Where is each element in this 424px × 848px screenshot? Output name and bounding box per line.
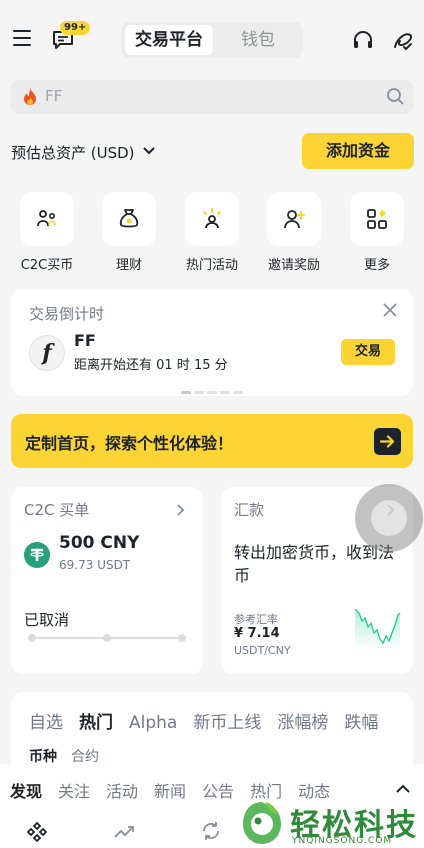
money-bag-icon — [119, 209, 139, 228]
order-amount: 500 CNY — [59, 533, 140, 553]
markets-chart-icon[interactable] — [113, 820, 135, 842]
tab-gainers[interactable]: 涨幅榜 — [277, 708, 328, 733]
c2c-order-card[interactable]: C2C 买单 500 CNY 69.73 USDT 已取消 — [11, 487, 203, 674]
market-tabs: 自选 热门 Alpha 新币上线 涨幅榜 跌幅 — [29, 708, 394, 733]
search-icon[interactable] — [386, 87, 404, 105]
trade-button[interactable]: 交易 — [341, 339, 395, 365]
feed-tab-discover[interactable]: 发现 — [10, 778, 42, 802]
search-bar[interactable]: FF — [11, 80, 413, 114]
feed-tab-following[interactable]: 关注 — [58, 778, 90, 802]
feed-tab-news[interactable]: 新闻 — [154, 778, 186, 802]
market-subtabs: 币种 合约 — [29, 746, 113, 766]
tab-wallet[interactable]: 钱包 — [217, 25, 299, 55]
trade-swap-icon[interactable] — [200, 820, 222, 842]
feed-tab-announcements[interactable]: 公告 — [202, 778, 234, 802]
tab-exchange[interactable]: 交易平台 — [125, 25, 213, 55]
carousel-indicator — [181, 379, 246, 398]
signature-icon[interactable] — [392, 29, 414, 51]
celebration-icon — [203, 208, 221, 229]
reference-rate: ¥ 7.14 — [234, 626, 280, 641]
arrow-right-icon — [379, 435, 395, 448]
search-input[interactable]: FF — [45, 87, 62, 105]
quick-action-invite[interactable]: 邀请奖励 — [267, 192, 321, 273]
subtab-spot[interactable]: 币种 — [29, 746, 57, 766]
chevron-up-icon[interactable] — [396, 784, 410, 793]
countdown-title: 交易倒计时 — [29, 305, 105, 323]
tab-losers[interactable]: 跌幅 — [344, 708, 378, 733]
banner-text: 定制首页，探索个性化体验！ — [25, 434, 234, 453]
customize-home-banner[interactable]: 定制首页，探索个性化体验！ — [11, 414, 413, 468]
chevron-down-icon[interactable] — [143, 146, 155, 156]
reference-rate-label: 参考汇率 — [234, 613, 278, 626]
watermark-subtext: YNQINGSONG.COM — [292, 836, 393, 846]
add-funds-button[interactable]: 添加资金 — [302, 133, 414, 169]
watermark-logo-icon — [243, 802, 281, 844]
floating-assistive-button[interactable] — [355, 484, 423, 552]
quick-action-events[interactable]: 热门活动 — [185, 192, 239, 273]
coin-name: FF — [74, 331, 96, 350]
feed-tab-hot[interactable]: 热门 — [250, 778, 282, 802]
chevron-right-icon[interactable] — [177, 504, 185, 516]
grid-more-icon — [367, 209, 387, 229]
quick-action-earn[interactable]: 理财 — [102, 192, 156, 273]
quick-action-c2c[interactable]: C2C买币 — [20, 192, 74, 273]
estimated-assets-label[interactable]: 预估总资产 (USD) — [11, 142, 135, 163]
menu-icon[interactable] — [13, 30, 31, 46]
feed-tab-events[interactable]: 活动 — [106, 778, 138, 802]
headset-icon[interactable] — [352, 30, 374, 50]
coin-logo: f — [29, 335, 65, 371]
currency-pair: USDT/CNY — [234, 644, 291, 657]
tab-hot[interactable]: 热门 — [79, 708, 113, 733]
quick-action-label: C2C买币 — [20, 258, 74, 273]
invite-user-icon — [284, 210, 305, 229]
mode-switch: 交易平台 钱包 — [121, 22, 303, 58]
order-usdt: 69.73 USDT — [59, 558, 131, 572]
arrow-right-button[interactable] — [374, 428, 401, 455]
tab-alpha[interactable]: Alpha — [129, 713, 177, 733]
close-icon[interactable] — [383, 303, 397, 317]
remittance-title: 汇款 — [234, 501, 265, 519]
quick-action-label: 更多 — [363, 258, 390, 273]
fire-icon — [24, 88, 36, 105]
notification-badge: 99+ — [60, 21, 91, 35]
tab-favorites[interactable]: 自选 — [29, 708, 63, 733]
subtab-futures[interactable]: 合约 — [71, 746, 99, 766]
binance-logo-icon[interactable] — [26, 820, 48, 842]
countdown-subtitle: 距离开始还有 01 时 15 分 — [74, 358, 228, 373]
c2c-title: C2C 买单 — [24, 501, 90, 519]
order-status: 已取消 — [24, 611, 70, 629]
usdt-logo — [24, 542, 50, 568]
c2c-icon — [37, 210, 56, 227]
top-bar: 99+ 交易平台 钱包 — [0, 0, 424, 80]
trading-countdown-card: 交易倒计时 f FF 距离开始还有 01 时 15 分 交易 — [11, 289, 413, 396]
quick-action-more[interactable]: 更多 — [350, 192, 404, 273]
quick-action-label: 理财 — [115, 258, 142, 273]
quick-action-label: 邀请奖励 — [267, 258, 320, 273]
quick-action-label: 热门活动 — [185, 258, 238, 273]
feed-tab-updates[interactable]: 动态 — [298, 778, 330, 802]
markets-card: 自选 热门 Alpha 新币上线 涨幅榜 跌幅 币种 合约 — [11, 692, 413, 772]
tab-new-listings[interactable]: 新币上线 — [193, 708, 261, 733]
sparkline-chart — [354, 608, 401, 651]
order-progress-track — [28, 634, 186, 642]
